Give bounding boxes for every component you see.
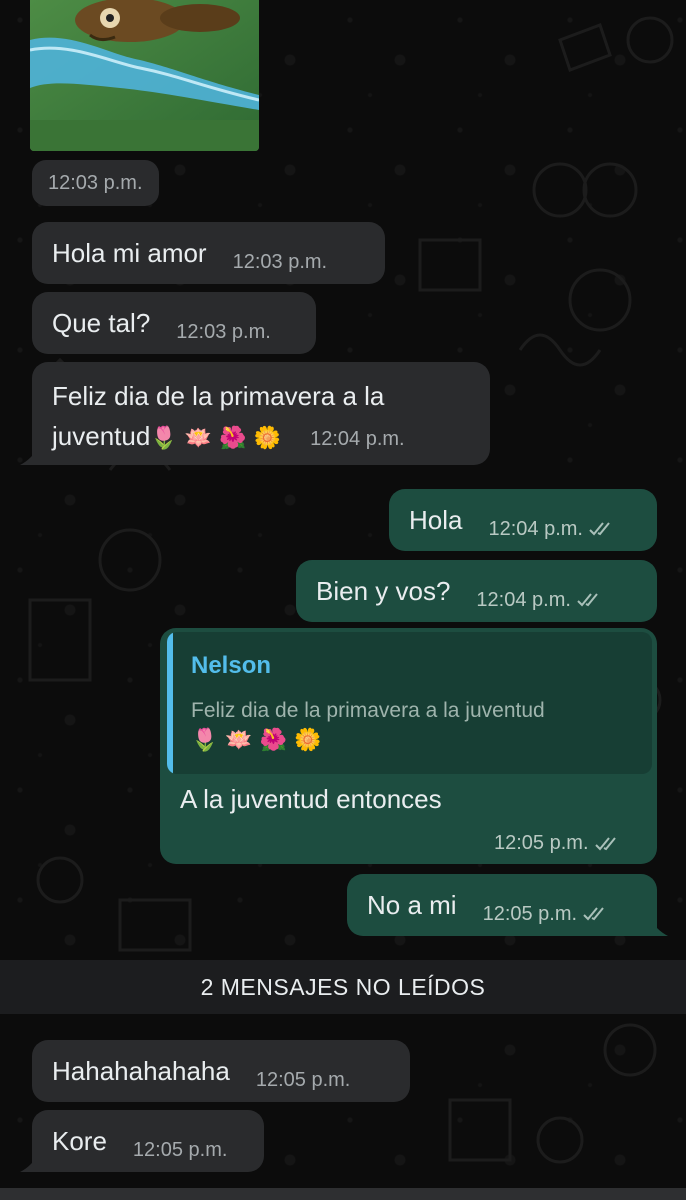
message-text: Hola mi amor [52, 237, 207, 268]
incoming-message[interactable]: Hola mi amor 12:03 p.m. [32, 222, 385, 284]
quote-emojis: 🌷 🪷 🌺 🌼 [191, 728, 322, 753]
message-time: 12:05 p.m. [255, 1068, 351, 1091]
shared-image[interactable] [30, 0, 259, 151]
message-text: A la juventud entonces [180, 784, 442, 814]
unread-label: 2 MENSAJES NO LEÍDOS [200, 973, 486, 1000]
message-text: Que tal? [52, 307, 151, 338]
double-check-icon [594, 836, 616, 850]
outgoing-message[interactable]: Hola 12:04 p.m. [389, 489, 657, 551]
bubble-tail [20, 1152, 40, 1172]
media-timestamp: 12:03 p.m. [32, 160, 159, 206]
quote-text: Feliz dia de la primavera a la juventud … [191, 696, 545, 756]
incoming-message[interactable]: Feliz dia de la primavera a la juventud🌷… [32, 362, 490, 465]
message-text: Kore [52, 1125, 107, 1156]
message-text-line2: juventud [52, 421, 151, 451]
message-text: Bien y vos? [316, 575, 451, 606]
message-text: No a mi [367, 889, 457, 920]
message-time: 12:03 p.m. [176, 320, 271, 343]
message-time: 12:05 p.m. [132, 1138, 228, 1161]
outgoing-message[interactable]: No a mi 12:05 p.m. [347, 874, 657, 936]
message-time: 12:05 p.m. [482, 902, 578, 925]
quote-text-body: Feliz dia de la primavera a la juventud [191, 699, 545, 722]
double-check-icon [583, 907, 604, 921]
unread-messages-divider: 2 MENSAJES NO LEÍDOS [0, 960, 686, 1014]
message-time: 12:05 p.m. [494, 832, 589, 854]
double-check-icon [577, 593, 598, 607]
incoming-message[interactable]: Hahahahahaha 12:05 p.m. [32, 1040, 410, 1102]
input-bar-edge [0, 1188, 686, 1200]
incoming-message[interactable]: Kore 12:05 p.m. [32, 1110, 264, 1172]
message-time: 12:04 p.m. [476, 588, 571, 611]
message-text: Hahahahahaha [52, 1055, 230, 1086]
message-meta: 12:05 p.m. [494, 832, 621, 855]
quoted-message[interactable]: Nelson Feliz dia de la primavera a la ju… [167, 632, 652, 774]
double-check-icon [589, 522, 610, 536]
flower-emojis: 🌷 🪷 🌺 🌼 [150, 426, 281, 451]
message-time: 12:03 p.m. [48, 171, 143, 194]
outgoing-message[interactable]: Bien y vos? 12:04 p.m. [296, 560, 657, 622]
quote-author: Nelson [191, 652, 272, 679]
message-time: 12:04 p.m. [488, 517, 583, 540]
bubble-tail [648, 916, 668, 936]
bubble-tail [20, 445, 40, 465]
message-time: 12:03 p.m. [232, 250, 328, 273]
quote-accent-bar [167, 632, 173, 774]
message-text-line1: Feliz dia de la primavera a la [52, 381, 385, 411]
incoming-message[interactable]: Que tal? 12:03 p.m. [32, 292, 316, 354]
cartoon-image [30, 0, 259, 151]
message-text: Hola [409, 504, 463, 535]
message-time: 12:04 p.m. [310, 428, 405, 450]
